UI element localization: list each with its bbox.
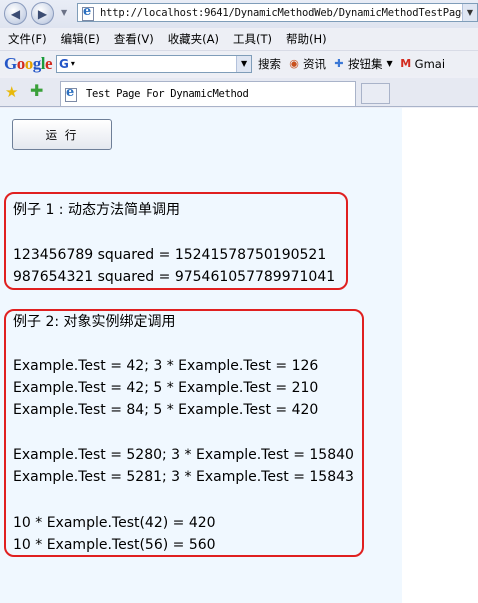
history-dropdown-icon[interactable]: ▼ <box>61 8 67 17</box>
address-url[interactable]: http://localhost:9641/DynamicMethodWeb/D… <box>100 7 467 19</box>
example2-line: Example.Test = 42; 3 * Example.Test = 12… <box>13 358 319 374</box>
search-dropdown-icon[interactable]: ▼ <box>236 55 252 72</box>
news-icon: ◉ <box>289 56 299 70</box>
back-arrow-icon: ◀ <box>10 6 21 21</box>
tab-title[interactable]: Test Page For DynamicMethod <box>86 88 249 100</box>
address-dropdown-icon[interactable]: ▼ <box>462 4 477 21</box>
favorites-star-icon[interactable]: ★ <box>5 83 18 101</box>
example2-title: 例子 2: 对象实例绑定调用 <box>13 314 176 330</box>
run-button[interactable]: 运 行 <box>12 119 112 150</box>
google-search-input[interactable]: G ▾ ▼ <box>56 54 253 73</box>
gmail-icon: M <box>400 56 412 70</box>
example2-panel: 例子 2: 对象实例绑定调用 Example.Test = 42; 3 * Ex… <box>4 309 364 557</box>
browser-chrome: ◀ ▶ ▼ e http://localhost:9641/DynamicMet… <box>0 0 478 108</box>
forward-button[interactable]: ▶ <box>31 2 54 25</box>
example1-title: 例子 1 : 动态方法简单调用 <box>13 202 180 218</box>
puzzle-icon: ✚ <box>334 56 344 70</box>
menu-favorites[interactable]: 收藏夹(A) <box>168 31 219 47</box>
google-logo: Google <box>4 53 53 73</box>
add-favorite-icon[interactable]: ✚ <box>30 81 43 100</box>
example2-line: Example.Test = 84; 5 * Example.Test = 42… <box>13 402 319 418</box>
example1-panel: 例子 1 : 动态方法简单调用 123456789 squared = 1524… <box>4 192 348 290</box>
google-g-icon: G <box>59 56 69 71</box>
toolbar-news-button[interactable]: ◉ 资讯 <box>287 56 326 72</box>
menu-help[interactable]: 帮助(H) <box>286 31 327 47</box>
new-tab-button[interactable] <box>361 83 390 104</box>
back-button[interactable]: ◀ <box>4 2 27 25</box>
google-toolbar: Google G ▾ ▼ 搜索 ◉ 资讯 ✚ 按钮集 ▼ M Gmai <box>0 50 478 76</box>
example1-line: 123456789 squared = 15241578750190521 <box>13 247 327 263</box>
example2-line: 10 * Example.Test(42) = 420 <box>13 515 216 531</box>
address-bar[interactable]: e http://localhost:9641/DynamicMethodWeb… <box>77 3 478 22</box>
example2-line: Example.Test = 5280; 3 * Example.Test = … <box>13 447 354 463</box>
example2-line: 10 * Example.Test(56) = 560 <box>13 537 216 553</box>
menu-tools[interactable]: 工具(T) <box>233 31 272 47</box>
toolbar-gmail-button[interactable]: M Gmai <box>399 57 445 71</box>
example2-line: Example.Test = 42; 5 * Example.Test = 21… <box>13 380 319 396</box>
page-content: 运 行 例子 1 : 动态方法简单调用 123456789 squared = … <box>0 108 478 603</box>
forward-arrow-icon: ▶ <box>37 6 48 21</box>
ie-tab-icon: e <box>65 86 79 102</box>
google-search-button[interactable]: 搜索 <box>258 56 281 72</box>
example1-line: 987654321 squared = 975461057789971041 <box>13 269 336 285</box>
menu-view[interactable]: 查看(V) <box>114 31 154 47</box>
example2-line: Example.Test = 5281; 3 * Example.Test = … <box>13 469 354 485</box>
ie-page-icon: e <box>82 4 96 21</box>
menu-file[interactable]: 文件(F) <box>8 31 47 47</box>
toolbar-buttons-button[interactable]: ✚ 按钮集 ▼ <box>332 56 393 72</box>
tab-active[interactable]: e Test Page For DynamicMethod <box>60 81 356 106</box>
menu-edit[interactable]: 编辑(E) <box>61 31 100 47</box>
menu-bar: 文件(F) 编辑(E) 查看(V) 收藏夹(A) 工具(T) 帮助(H) <box>0 29 478 49</box>
address-row: ◀ ▶ ▼ e http://localhost:9641/DynamicMet… <box>0 0 478 28</box>
tab-bar: ★ ✚ e Test Page For DynamicMethod <box>0 78 478 107</box>
google-g-dropdown-icon[interactable]: ▾ <box>71 59 75 68</box>
buttons-dropdown-icon: ▼ <box>386 59 393 68</box>
